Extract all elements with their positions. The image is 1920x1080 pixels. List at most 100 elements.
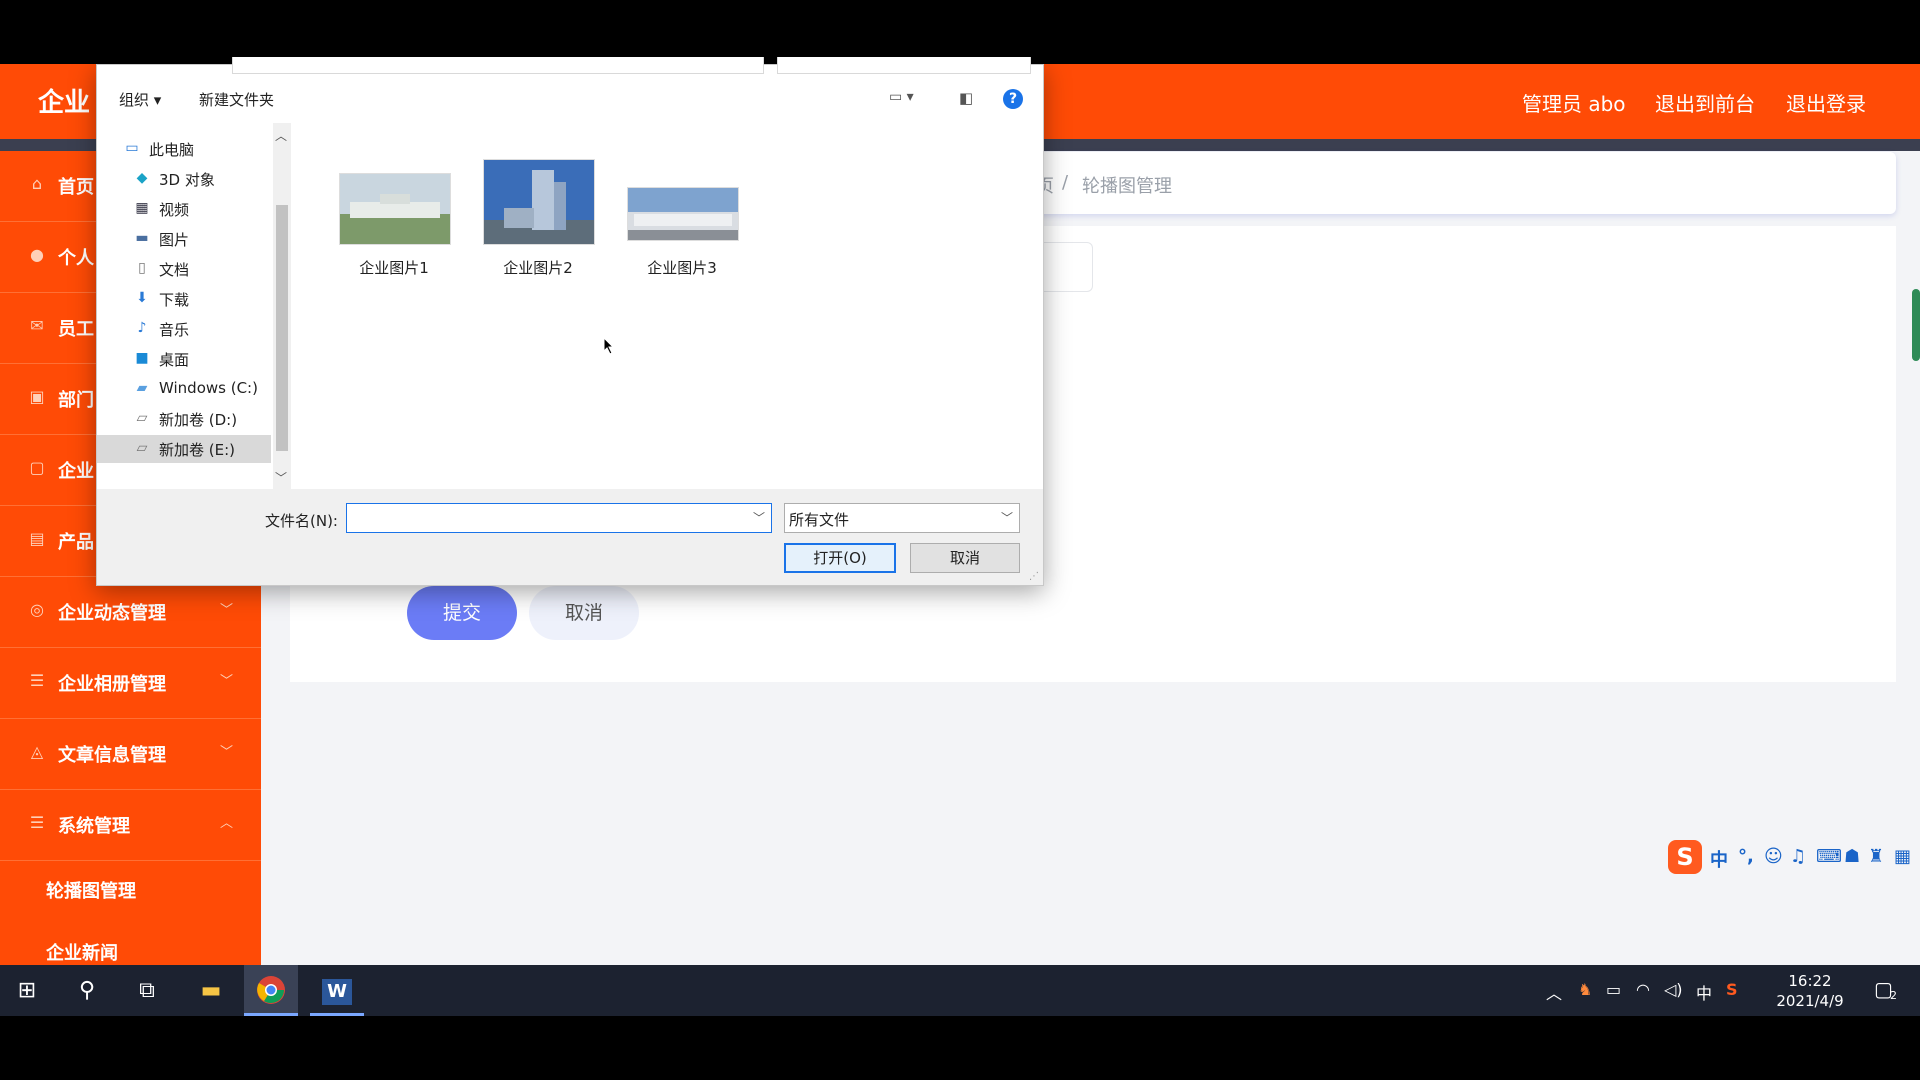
start-windows-icon[interactable]: ⊞ [0,965,54,1016]
exit-to-frontend-link[interactable]: 退出到前台 [1655,88,1755,117]
tree-item-label: 音乐 [159,321,190,339]
admin-user-link[interactable]: 管理员 abo [1522,88,1626,117]
wifi-icon[interactable]: ◠ [1636,980,1650,999]
filename-label: 文件名(N): [265,512,338,530]
filetype-value: 所有文件 [789,511,850,529]
document-icon: ▯ [138,260,146,276]
ime-toolbar: S 中 °, ☺ ♫ ⌨ ☗ ♜ ▦ [1668,838,1920,878]
tree-item-label: 下载 [159,291,190,309]
letterbox-bottom [0,1016,1920,1080]
dialog-cancel-button[interactable]: 取消 [910,543,1020,573]
file-thumbnail [483,159,595,245]
new-folder-button[interactable]: 新建文件夹 [199,89,274,110]
ime-lang-indicator[interactable]: 中 [1696,980,1712,1004]
dept-icon: ▣ [29,387,45,406]
tray-expand-icon[interactable]: ︿ [1546,980,1562,1004]
file-thumbnail [627,187,739,241]
file-name: 企业图片3 [647,259,717,277]
user-icon[interactable]: ☗ [1844,846,1860,867]
scroll-down-icon[interactable]: ﹀ [275,469,287,486]
bell-icon: ◬ [30,742,44,761]
ime-logo[interactable]: S [1668,840,1702,874]
tree-item-drive-e[interactable]: ▱ 新加卷 (E:) [97,435,271,463]
punctuation-icon[interactable]: °, [1738,846,1754,867]
cancel-button[interactable]: 取消 [529,586,639,640]
chevron-down-icon: ﹀ [219,674,233,689]
skin-icon[interactable]: ♜ [1868,846,1884,867]
task-view-icon[interactable]: ⧉ [120,965,174,1016]
download-icon: ⬇ [136,290,148,306]
chevron-down-icon[interactable]: ﹀ [1001,509,1013,526]
breadcrumb-current: 轮播图管理 [1082,176,1172,197]
dialog-footer: 文件名(N): ﹀ 所有文件 ﹀ 打开(O) 取消 ⋰ [97,489,1043,585]
chat-icon: ▢ [29,458,45,477]
chevron-down-icon[interactable]: ﹀ [753,509,765,526]
filename-combobox[interactable]: ﹀ [346,503,772,533]
resize-grip-icon[interactable]: ⋰ [1029,571,1039,582]
navigation-pane: ▭ 此电脑 ◆ 3D 对象 ▦ 视频 ▬ 图片 ▯ 文档 ⬇ 下载 ♪ 音乐 ■ 桌面 ▰ Win… [97,123,273,489]
drive-icon: ▱ [136,440,148,456]
scrollbar-thumb[interactable] [276,205,288,451]
chevron-down-icon: ﹀ [219,603,233,618]
search-icon[interactable]: ⚲ [60,965,114,1016]
battery-icon[interactable]: ▭ [1606,980,1621,999]
file-explorer-icon[interactable]: ▬ [184,965,238,1016]
tree-item-label: 桌面 [159,351,190,369]
file-name: 企业图片2 [503,259,573,277]
page-scrollbar[interactable] [1912,289,1920,361]
tree-item-label: 新加卷 (E:) [159,441,236,459]
sidebar-subitem-company-news[interactable]: 企业新闻 [46,939,118,965]
sidebar-item-album-manage[interactable]: ☰ 企业相册管理 ﹀ [0,648,261,719]
sidebar-item-article-manage[interactable]: ◬ 文章信息管理 ﹀ [0,719,261,790]
ime-lang-toggle[interactable]: 中 [1710,846,1728,872]
volume-icon[interactable]: ◁) [1664,980,1683,999]
keyboard-icon[interactable]: ⌨ [1816,846,1842,867]
file-item[interactable]: 企业图片3 [609,159,739,279]
organize-button[interactable]: 组织 ▾ [119,89,161,110]
preview-pane-icon[interactable]: ◧ [959,89,973,107]
microphone-icon[interactable]: ♫ [1790,846,1806,867]
chevron-up-icon: ︿ [219,816,233,831]
address-bar[interactable] [232,57,764,74]
tree-item-label: 文档 [159,261,190,279]
sidebar-item-company-news-manage[interactable]: ◎ 企业动态管理 ﹀ [0,577,261,648]
target-icon: ◎ [30,600,44,619]
sidebar-item-label: 产品 [58,532,94,553]
filename-input[interactable] [351,507,745,529]
mouse-cursor-icon [603,337,615,355]
tree-item-label: 3D 对象 [159,171,215,189]
desktop-icon: ■ [135,350,149,366]
navigation-scrollbar[interactable]: ︿ ﹀ [273,123,291,489]
sidebar-item-label: 文章信息管理 [58,745,166,766]
sidebar-item-label: 首页 [58,177,94,198]
logout-link[interactable]: 退出登录 [1786,88,1866,117]
drive-icon: ▱ [136,410,148,426]
sidebar-subitem-carousel[interactable]: 轮播图管理 [46,877,136,903]
file-item[interactable]: 企业图片2 [465,159,595,279]
view-options-icon[interactable]: ▭ ▾ [889,89,914,105]
system-clock[interactable]: 16:22 2021/4/9 [1768,971,1852,1011]
qq-tray-icon[interactable]: ♞ [1578,980,1592,999]
word-icon[interactable]: W [310,965,364,1016]
sidebar-item-label: 个人 [58,248,94,269]
computer-icon: ▭ [125,140,139,156]
sidebar-item-system-manage[interactable]: ☰ 系统管理 ︿ [0,790,261,861]
file-item[interactable]: 企业图片1 [321,159,451,279]
brand-logo-text: 企业 [38,88,91,118]
search-input[interactable] [777,57,1031,74]
sogou-ime-icon[interactable]: S [1726,980,1738,999]
sidebar-item-label: 企业 [58,461,94,482]
mail-icon: ✉ [30,316,44,335]
sidebar-item-label: 员工 [58,319,94,340]
grid-icon[interactable]: ▦ [1894,846,1911,867]
list-icon: ☰ [29,671,45,690]
sidebar-item-label: 企业相册管理 [58,674,166,695]
help-icon[interactable]: ? [1003,89,1023,109]
open-button[interactable]: 打开(O) [784,543,896,573]
filetype-select[interactable]: 所有文件 ﹀ [784,503,1020,533]
emoji-icon[interactable]: ☺ [1764,846,1783,867]
submit-button[interactable]: 提交 [407,586,517,640]
file-name: 企业图片1 [359,259,429,277]
chrome-icon[interactable] [244,965,298,1016]
scroll-up-icon[interactable]: ︿ [275,127,287,144]
